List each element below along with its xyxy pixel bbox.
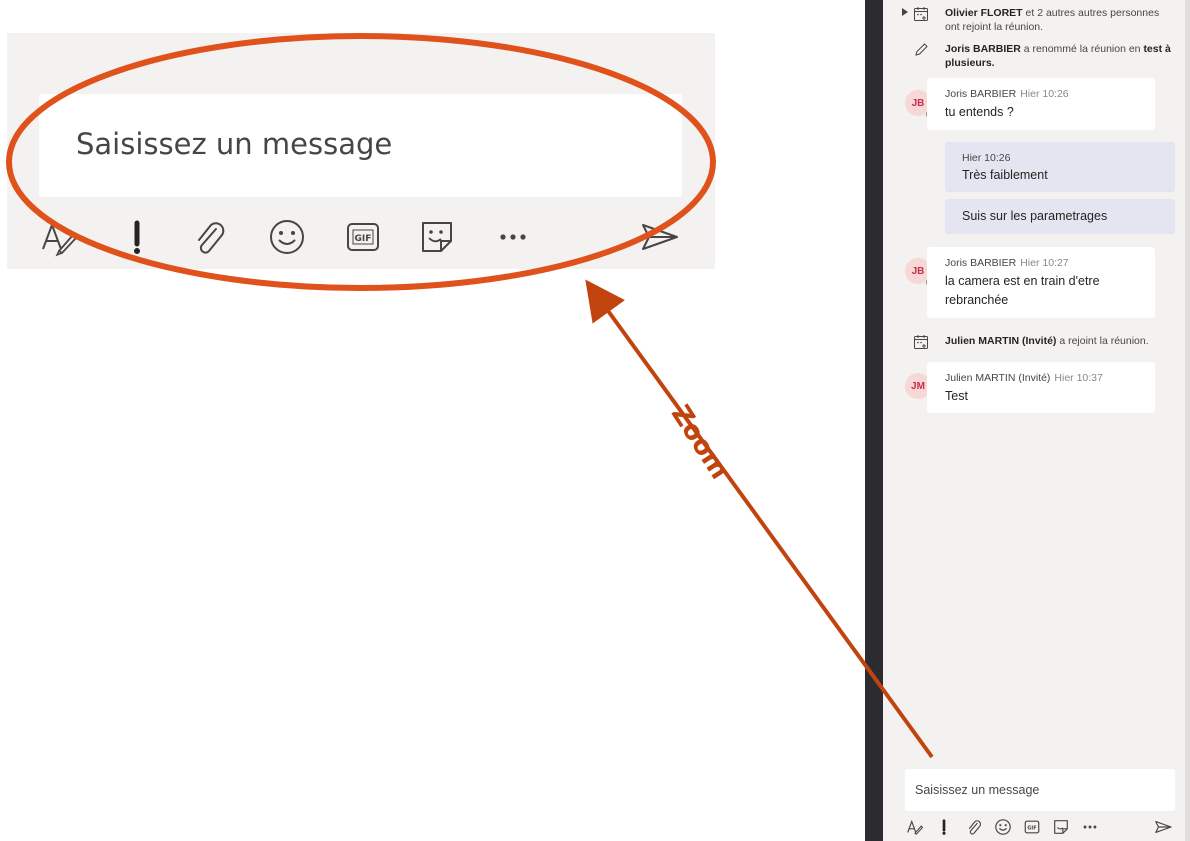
message-author: Julien MARTIN (Invité): [945, 372, 1051, 384]
important-icon[interactable]: [935, 818, 953, 836]
more-icon[interactable]: [1081, 818, 1099, 836]
calendar-join-icon: [914, 7, 928, 21]
system-event-joined: Julien MARTIN (Invité) a rejoint la réun…: [883, 334, 1185, 350]
sticker-icon[interactable]: [1052, 818, 1070, 836]
window-right-edge: [1185, 0, 1190, 841]
calendar-join-icon: [914, 335, 928, 349]
send-icon[interactable]: [637, 215, 681, 259]
zoom-label: Zoom: [664, 400, 735, 485]
app-left-bar: [865, 0, 883, 841]
own-message[interactable]: Suis sur les parametrages: [945, 199, 1175, 234]
message-text: tu entends ?: [945, 105, 1014, 119]
message-text: la camera est en train d'etre rebranchée: [945, 274, 1100, 307]
event-author: Julien MARTIN (Invité): [945, 335, 1057, 347]
caret-right-icon[interactable]: [902, 8, 908, 16]
more-icon[interactable]: [491, 215, 535, 259]
message-time: Hier 10:26: [1020, 88, 1069, 100]
svg-text:GIF: GIF: [355, 234, 372, 244]
sticker-icon[interactable]: [415, 215, 459, 259]
pencil-icon: [915, 43, 928, 56]
emoji-icon[interactable]: [994, 818, 1012, 836]
message-time: Hier 10:27: [1020, 257, 1069, 269]
gif-icon[interactable]: GIF: [341, 215, 385, 259]
zoomed-compose-box: Saisissez un message GIF: [7, 33, 715, 269]
message-text: Très faiblement: [962, 168, 1048, 182]
gif-icon[interactable]: GIF: [1023, 818, 1041, 836]
chat-message[interactable]: Joris BARBIER Hier 10:27 la camera est en…: [927, 247, 1155, 318]
emoji-icon[interactable]: [265, 215, 309, 259]
message-author: Joris BARBIER: [945, 257, 1017, 269]
system-event-joined: Olivier FLORET et 2 autres autres person…: [883, 6, 1185, 36]
event-author: Olivier FLORET: [945, 7, 1023, 19]
zoomed-message-input[interactable]: Saisissez un message: [39, 94, 682, 197]
message-input[interactable]: Saisissez un message: [905, 769, 1175, 811]
send-icon[interactable]: [1154, 818, 1172, 836]
important-icon[interactable]: [115, 215, 159, 259]
attach-icon[interactable]: [965, 818, 983, 836]
message-time: Hier 10:26: [962, 152, 1011, 164]
attach-icon[interactable]: [187, 215, 231, 259]
message-time: Hier 10:37: [1054, 372, 1103, 384]
format-icon[interactable]: [905, 818, 923, 836]
zoomed-message-placeholder: Saisissez un message: [76, 127, 393, 161]
event-author: Joris BARBIER: [945, 43, 1021, 55]
own-message[interactable]: Hier 10:26 Très faiblement: [945, 142, 1175, 192]
message-author: Joris BARBIER: [945, 88, 1017, 100]
message-text: Test: [945, 389, 968, 403]
message-text: Suis sur les parametrages: [962, 209, 1108, 223]
event-text: a rejoint la réunion.: [1056, 335, 1149, 347]
system-event-renamed: Joris BARBIER a renommé la réunion en te…: [883, 42, 1185, 72]
chat-message[interactable]: Julien MARTIN (Invité) Hier 10:37 Test: [927, 362, 1155, 413]
chat-message[interactable]: Joris BARBIER Hier 10:26 tu entends ?: [927, 78, 1155, 130]
meeting-chat-pane: Olivier FLORET et 2 autres autres person…: [883, 0, 1185, 841]
svg-text:GIF: GIF: [1027, 825, 1036, 831]
message-placeholder: Saisissez un message: [915, 783, 1040, 797]
event-text: a renommé la réunion en: [1020, 43, 1144, 55]
format-icon[interactable]: [35, 215, 79, 259]
